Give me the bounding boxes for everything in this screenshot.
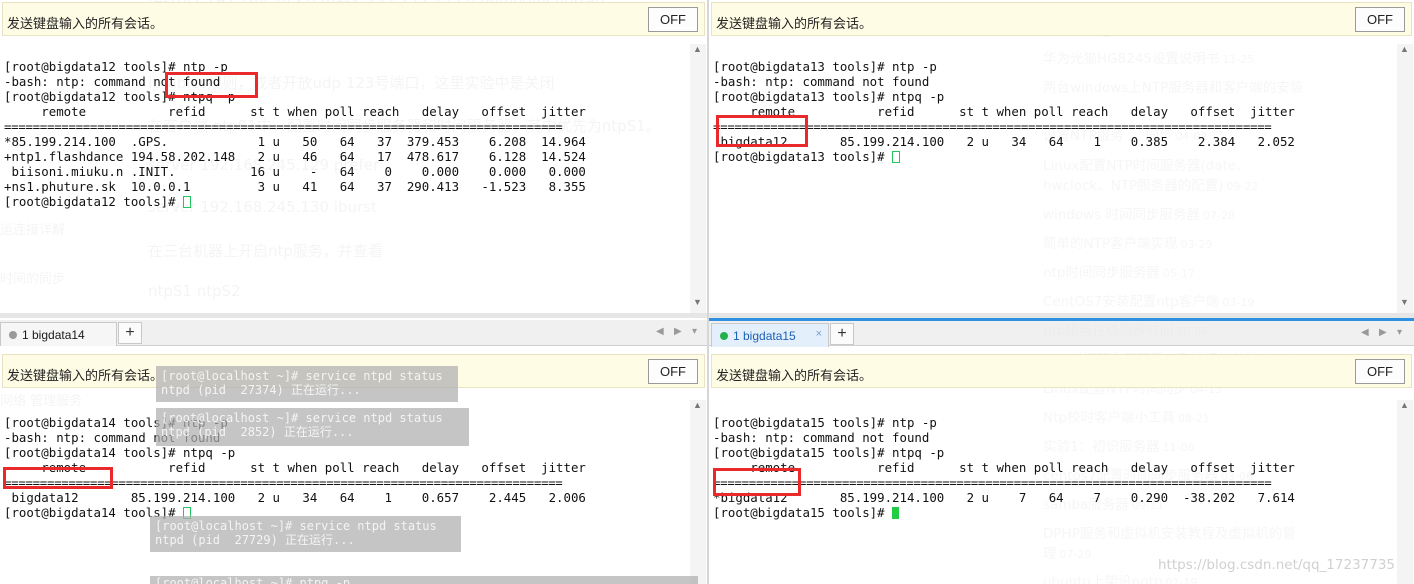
new-tab-button[interactable]: + xyxy=(830,323,854,345)
terminal-output[interactable]: [root@bigdata13 tools]# ntp -p -bash: ntp… xyxy=(713,44,1394,194)
vertical-scrollbar[interactable]: ▲ ▼ xyxy=(690,44,706,313)
cursor-icon xyxy=(892,507,900,519)
tab-strip-left: 1 bigdata14 + ◀ ▶ ▾ xyxy=(0,320,707,346)
send-input-label: 发送键盘输入的所有会话。 xyxy=(716,16,873,31)
terminal-pane-bigdata15[interactable]: 发送键盘输入的所有会话。 OFF [root@bigdata15 tools]#… xyxy=(709,346,1414,584)
terminal-separator: ========================================… xyxy=(713,119,1272,134)
send-input-off-button[interactable]: OFF xyxy=(1355,7,1405,32)
cursor-icon xyxy=(183,196,192,208)
send-input-bar: 发送键盘输入的所有会话。 OFF xyxy=(711,354,1412,388)
terminal-line: +ntp1.flashdance 194.58.202.148 2 u 46 6… xyxy=(4,149,586,164)
terminal-line: [root@bigdata13 tools]# ntpq -p xyxy=(713,89,945,104)
terminal-pane-bigdata13[interactable]: 发送键盘输入的所有会话。 OFF [root@bigdata13 tools]#… xyxy=(709,0,1414,313)
terminal-line: *bigdata12 85.199.214.100 2 u 7 64 7 0.2… xyxy=(713,490,1295,505)
send-input-off-button[interactable]: OFF xyxy=(1355,359,1405,384)
terminal-prompt: [root@bigdata15 tools]# xyxy=(713,505,893,520)
send-input-off-button[interactable]: OFF xyxy=(648,359,698,384)
terminal-line: bigdata12 85.199.214.100 2 u 34 64 1 0.3… xyxy=(713,134,1295,149)
send-input-label: 发送键盘输入的所有会话。 xyxy=(7,368,164,383)
tab-label: 1 bigdata14 xyxy=(22,327,85,342)
tab-scroll-left-icon[interactable]: ◀ xyxy=(1361,327,1369,338)
tab-close-icon[interactable]: × xyxy=(816,328,822,340)
highlight-box-bigdata12 xyxy=(713,468,801,496)
terminal-prompt-line: [root@bigdata12 tools]# xyxy=(4,194,687,209)
terminal-line: remote refid st t when poll reach delay … xyxy=(713,460,1295,475)
terminal-line: +ns1.phuture.sk 10.0.0.1 3 u 41 64 37 29… xyxy=(4,179,586,194)
scroll-up-arrow-icon[interactable]: ▲ xyxy=(693,400,702,410)
terminal-line: [root@bigdata15 tools]# ntp -p xyxy=(713,415,937,430)
terminal-line: -bash: ntp: command not found xyxy=(4,74,221,89)
terminal-output[interactable]: [root@bigdata12 tools]# ntp -p -bash: ntp… xyxy=(4,44,687,239)
terminal-line: [root@bigdata13 tools]# ntp -p xyxy=(713,59,937,74)
scroll-down-arrow-icon[interactable]: ▼ xyxy=(693,297,702,307)
scroll-down-arrow-icon[interactable]: ▼ xyxy=(1400,297,1409,307)
scroll-up-arrow-icon[interactable]: ▲ xyxy=(1400,400,1409,410)
terminal-line: remote refid st t when poll reach delay … xyxy=(4,104,586,119)
ntpd-status-snippet: [root@localhost ~]# service ntpd status … xyxy=(150,516,461,552)
session-status-dot-icon xyxy=(9,330,17,339)
vertical-scrollbar[interactable]: ▲ ▼ xyxy=(1397,44,1413,313)
tab-menu-chevron-down-icon[interactable]: ▾ xyxy=(1397,327,1402,338)
terminal-line: *85.199.214.100 .GPS. 1 u 50 64 37 379.4… xyxy=(4,134,586,149)
tab-scroll-right-icon[interactable]: ▶ xyxy=(1379,327,1387,338)
cursor-icon xyxy=(892,151,901,163)
watermark-url: https://blog.csdn.net/qq_17237735 xyxy=(1158,557,1396,573)
scroll-up-arrow-icon[interactable]: ▲ xyxy=(1400,44,1409,54)
highlight-box-ntpq-command xyxy=(165,72,258,98)
send-input-bar: 发送键盘输入的所有会话。 OFF xyxy=(711,2,1412,36)
vertical-splitter[interactable] xyxy=(707,0,709,584)
terminal-line: [root@bigdata14 tools]# ntpq -p xyxy=(4,445,236,460)
tab-bigdata15[interactable]: 1 bigdata15 × xyxy=(711,323,829,347)
vertical-scrollbar[interactable]: ▲ xyxy=(690,400,706,584)
terminal-prompt-line: [root@bigdata13 tools]# xyxy=(713,149,1394,164)
terminal-separator: ========================================… xyxy=(713,475,1272,490)
vertical-scrollbar[interactable]: ▲ xyxy=(1397,400,1413,584)
terminal-line: -bash: ntp: command not found xyxy=(713,74,930,89)
send-input-label: 发送键盘输入的所有会话。 xyxy=(716,368,873,383)
highlight-box-bigdata12 xyxy=(716,115,808,147)
terminal-line: [root@bigdata12 tools]# ntpq -p xyxy=(4,89,236,104)
ntpq-command-snippet: [root@localhost ~]# ntpq -p xyxy=(150,576,698,584)
ntpd-status-snippet: [root@localhost ~]# service ntpd status … xyxy=(156,408,469,446)
new-tab-button[interactable]: + xyxy=(118,322,142,344)
terminal-line: biisoni.miuku.n .INIT. 16 u - 64 0 0.000… xyxy=(4,164,586,179)
tab-menu-chevron-down-icon[interactable]: ▾ xyxy=(692,326,697,337)
session-status-dot-icon xyxy=(720,331,728,340)
tab-strip-right: 1 bigdata15 × + ◀ ▶ ▾ xyxy=(709,318,1414,347)
terminal-prompt-line: [root@bigdata15 tools]# xyxy=(713,505,1394,520)
terminal-pane-bigdata12[interactable]: 发送键盘输入的所有会话。 OFF [root@bigdata12 tools]#… xyxy=(0,0,707,313)
send-input-label: 发送键盘输入的所有会话。 xyxy=(7,16,164,31)
terminal-output[interactable]: [root@bigdata15 tools]# ntp -p -bash: ntp… xyxy=(713,400,1394,550)
tab-label: 1 bigdata15 xyxy=(733,328,796,343)
tab-scroll-right-icon[interactable]: ▶ xyxy=(674,326,682,337)
terminal-line: -bash: ntp: command not found xyxy=(713,430,930,445)
terminal-prompt: [root@bigdata12 tools]# xyxy=(4,194,184,209)
send-input-off-button[interactable]: OFF xyxy=(648,7,698,32)
terminal-line: [root@bigdata15 tools]# ntpq -p xyxy=(713,445,945,460)
terminal-line: remote refid st t when poll reach delay … xyxy=(713,104,1295,119)
tab-scroll-left-icon[interactable]: ◀ xyxy=(656,326,664,337)
ntpd-status-snippet: [root@localhost ~]# service ntpd status … xyxy=(156,366,458,402)
terminal-line: [root@bigdata12 tools]# ntp -p xyxy=(4,59,228,74)
terminal-prompt: [root@bigdata13 tools]# xyxy=(713,149,893,164)
terminal-line: bigdata12 85.199.214.100 2 u 34 64 1 0.6… xyxy=(4,490,586,505)
scroll-up-arrow-icon[interactable]: ▲ xyxy=(693,44,702,54)
terminal-separator: ========================================… xyxy=(4,119,563,134)
send-input-bar: 发送键盘输入的所有会话。 OFF xyxy=(2,2,705,36)
tab-bigdata14[interactable]: 1 bigdata14 xyxy=(0,322,117,346)
highlight-box-bigdata12 xyxy=(3,467,113,489)
